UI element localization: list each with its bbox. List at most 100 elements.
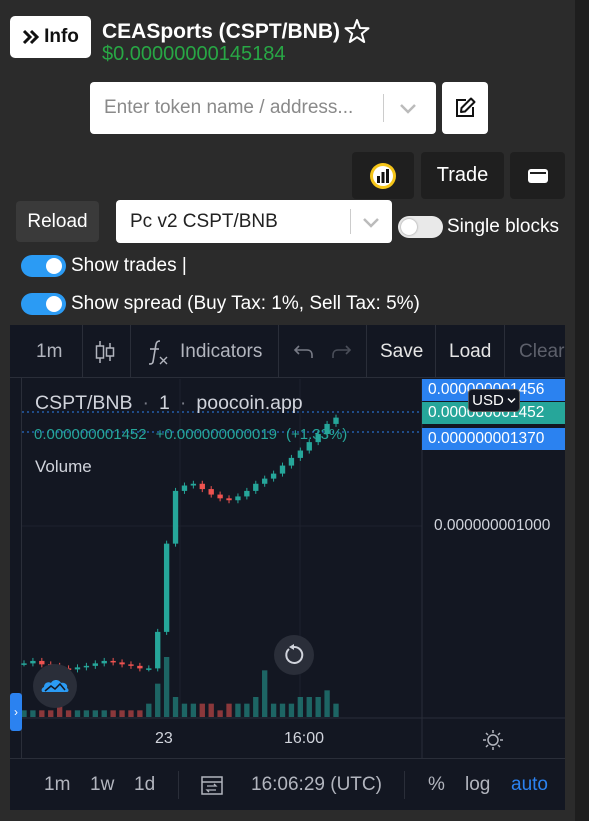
volume-bar bbox=[92, 710, 98, 717]
volume-bar bbox=[65, 710, 72, 717]
volume-bar bbox=[288, 703, 295, 717]
candle bbox=[270, 473, 277, 479]
percent-button[interactable]: % bbox=[428, 759, 445, 811]
candle bbox=[155, 631, 161, 669]
range-1w-label: 1w bbox=[90, 774, 115, 795]
volume-bar bbox=[226, 703, 232, 717]
volume-bar bbox=[235, 703, 241, 717]
currency-label: USD bbox=[472, 392, 504, 409]
legend-change: +0.000000000019 bbox=[155, 426, 278, 443]
volume-legend: Volume bbox=[35, 457, 92, 476]
candle bbox=[199, 483, 205, 490]
volume-bar bbox=[30, 710, 36, 717]
time-axis-tick: 23 bbox=[155, 730, 173, 747]
candle bbox=[21, 663, 27, 665]
price-tag-low: 0.000000001370 bbox=[422, 428, 565, 450]
candle bbox=[333, 417, 339, 424]
settings-icon[interactable] bbox=[482, 729, 504, 751]
volume-bar bbox=[208, 703, 214, 717]
time-axis-tick: 16:00 bbox=[284, 730, 325, 747]
legend-last-price: 0.000000001452 bbox=[34, 426, 147, 443]
volume-bar bbox=[101, 710, 107, 717]
legend-source: poocoin.app bbox=[196, 392, 303, 414]
range-1m-button[interactable]: 1m bbox=[44, 759, 70, 811]
candle bbox=[83, 665, 90, 668]
volume-bar bbox=[137, 710, 143, 717]
candle bbox=[119, 662, 125, 665]
candle bbox=[244, 490, 250, 497]
legend-change-pct: (+1.33%) bbox=[286, 426, 348, 443]
chevron-right-icon: › bbox=[14, 705, 18, 719]
volume-bar bbox=[297, 697, 304, 717]
volume-bar bbox=[324, 690, 330, 717]
volume-bar bbox=[21, 710, 27, 717]
candle bbox=[146, 668, 152, 670]
volume-bar bbox=[315, 697, 321, 717]
volume-bar bbox=[306, 697, 312, 717]
price-axis-tick: 0.000000001000 bbox=[434, 517, 551, 534]
log-label: log bbox=[465, 774, 491, 795]
bottom-divider bbox=[404, 771, 405, 799]
candle bbox=[181, 485, 188, 491]
chart-legend-title: CSPT/BNB · 1 · poocoin.app bbox=[35, 392, 303, 415]
candle bbox=[235, 496, 241, 501]
reset-chart-button[interactable] bbox=[274, 635, 314, 675]
volume-bar bbox=[163, 657, 170, 717]
cloud-icon bbox=[41, 680, 69, 692]
chart-bottom-bar: 1m 1w 1d 16:06:29 (UTC) % log auto bbox=[10, 758, 565, 810]
volume-bar bbox=[172, 697, 179, 717]
volume-bar bbox=[110, 710, 116, 717]
volume-bar bbox=[190, 703, 197, 717]
volume-bar bbox=[128, 710, 134, 717]
candle bbox=[208, 489, 214, 495]
volume-bar bbox=[39, 710, 45, 717]
range-1d-button[interactable]: 1d bbox=[134, 759, 155, 811]
volume-bar bbox=[244, 703, 250, 717]
date-range-button[interactable] bbox=[200, 759, 224, 811]
candle bbox=[279, 465, 286, 474]
bottom-divider bbox=[178, 771, 179, 799]
volume-bar bbox=[74, 710, 81, 717]
volume-bar bbox=[146, 703, 152, 717]
tradingview-logo[interactable] bbox=[33, 664, 77, 708]
chevron-down-icon bbox=[507, 397, 516, 404]
volume-bar bbox=[48, 710, 54, 717]
candle bbox=[163, 543, 170, 632]
candle bbox=[288, 457, 295, 466]
volume-bar bbox=[262, 670, 268, 717]
legend-dot: · bbox=[179, 392, 187, 414]
candle bbox=[137, 665, 143, 669]
percent-label: % bbox=[428, 774, 445, 795]
utc-clock[interactable]: 16:06:29 (UTC) bbox=[251, 759, 382, 811]
candle bbox=[30, 660, 36, 664]
volume-bar bbox=[279, 703, 286, 717]
page: Info CEASports (CSPT/BNB) $0.00000000145… bbox=[0, 0, 589, 821]
log-button[interactable]: log bbox=[465, 759, 490, 811]
auto-button[interactable]: auto bbox=[511, 759, 548, 811]
candle bbox=[172, 490, 179, 544]
volume-bar bbox=[119, 710, 125, 717]
legend-interval: 1 bbox=[159, 392, 170, 414]
volume-bar bbox=[83, 710, 90, 717]
candle bbox=[74, 667, 81, 670]
volume-bar bbox=[217, 710, 223, 717]
legend-dot: · bbox=[142, 392, 150, 414]
clock-label: 16:06:29 (UTC) bbox=[251, 774, 382, 795]
candle bbox=[101, 660, 107, 664]
volume-bar bbox=[155, 683, 161, 717]
auto-label: auto bbox=[511, 774, 548, 795]
legend-symbol: CSPT/BNB bbox=[35, 392, 133, 414]
candle bbox=[110, 660, 116, 663]
currency-button[interactable]: USD bbox=[468, 389, 520, 412]
candle bbox=[190, 483, 197, 486]
candle bbox=[92, 663, 98, 666]
side-panel-tab[interactable]: › bbox=[10, 693, 22, 731]
volume-bar bbox=[333, 703, 339, 717]
volume-bar bbox=[270, 703, 277, 717]
candle bbox=[253, 483, 259, 491]
volume-bar bbox=[199, 703, 205, 717]
range-1w-button[interactable]: 1w bbox=[90, 759, 114, 811]
calendar-arrows-icon bbox=[201, 776, 223, 795]
volume-bar bbox=[253, 697, 259, 717]
candle bbox=[217, 494, 223, 499]
